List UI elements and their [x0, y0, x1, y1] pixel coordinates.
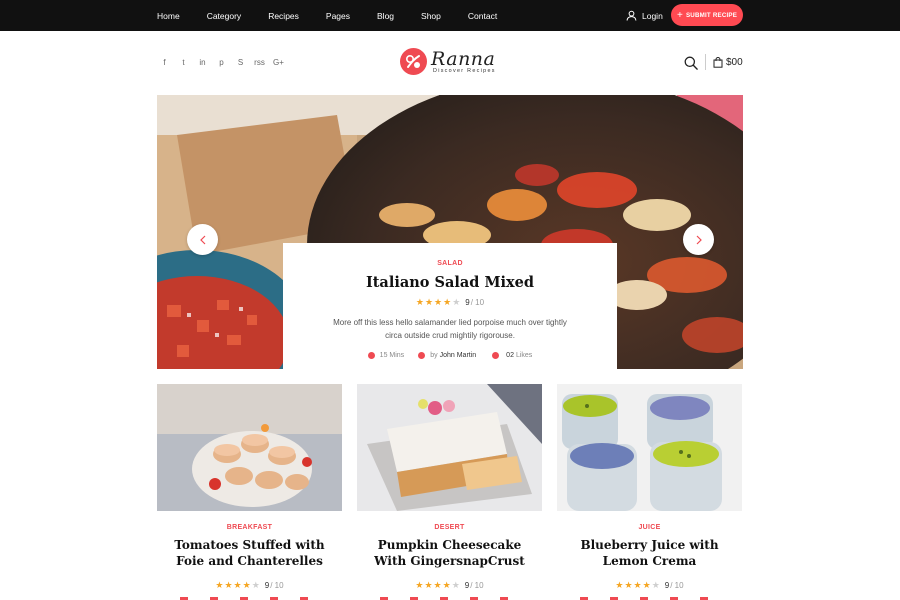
- rating-max: / 10: [270, 581, 284, 590]
- user-icon: [418, 352, 426, 359]
- slider-prev-button[interactable]: [187, 224, 218, 255]
- hero-recipe-card[interactable]: SALAD Italiano Salad Mixed ★★★★★ 9 / 10 …: [283, 243, 617, 369]
- card-rating: ★★★★★ 9 / 10: [357, 580, 542, 591]
- header-divider: [705, 54, 706, 70]
- cart-total: $00: [726, 57, 743, 68]
- rating-max: / 10: [470, 298, 485, 307]
- likes-count: 02: [506, 352, 514, 359]
- pinterest-icon[interactable]: p: [212, 56, 231, 68]
- submit-recipe-button[interactable]: + SUBMIT RECIPE: [671, 4, 743, 26]
- site-logo[interactable]: Ranna Discover Recipes: [400, 48, 496, 75]
- clock-icon: [367, 352, 375, 359]
- recipe-card[interactable]: JUICE Blueberry Juice with Lemon Crema ★…: [557, 384, 742, 600]
- slider-next-button[interactable]: [683, 224, 714, 255]
- star-rating-icon: ★★★★★: [415, 580, 461, 590]
- submit-recipe-label: SUBMIT RECIPE: [685, 11, 738, 19]
- nav-pages[interactable]: Pages: [326, 11, 350, 21]
- nav-category[interactable]: Category: [207, 11, 242, 21]
- hero-title[interactable]: Italiano Salad Mixed: [283, 274, 617, 291]
- card-rating: ★★★★★ 9 / 10: [557, 580, 742, 591]
- card-category[interactable]: DESERT: [357, 524, 542, 531]
- nav-blog[interactable]: Blog: [377, 11, 394, 21]
- heart-icon[interactable]: [492, 352, 500, 359]
- recipe-image-juice[interactable]: [557, 384, 742, 511]
- cook-time: 15 Mins: [379, 352, 405, 359]
- rating-value: 9: [664, 581, 670, 590]
- google-plus-icon[interactable]: G+: [269, 56, 288, 68]
- twitter-icon[interactable]: t: [174, 56, 193, 68]
- facebook-icon[interactable]: f: [155, 56, 174, 68]
- rating-max: / 10: [670, 581, 684, 590]
- user-icon: [626, 10, 637, 21]
- hero-rating: ★★★★★ 9 / 10: [283, 297, 617, 308]
- rating-max: / 10: [470, 581, 484, 590]
- recipe-image-cake[interactable]: [357, 384, 542, 511]
- rss-icon[interactable]: rss: [250, 56, 269, 68]
- search-icon[interactable]: [684, 56, 698, 75]
- top-navbar: Home Category Recipes Pages Blog Shop Co…: [0, 0, 900, 31]
- card-title[interactable]: Pumpkin Cheesecake With GingersnapCrust: [357, 537, 542, 569]
- plus-icon: +: [676, 9, 683, 21]
- recipe-image-macarons[interactable]: [157, 384, 342, 511]
- skype-icon[interactable]: S: [231, 56, 250, 68]
- rating-value: 9: [464, 581, 470, 590]
- star-rating-icon: ★★★★★: [415, 297, 462, 307]
- logo-name: Ranna: [431, 47, 496, 70]
- rating-value: 9: [264, 581, 270, 590]
- hero-category[interactable]: SALAD: [283, 260, 617, 267]
- logo-tagline: Discover Recipes: [433, 67, 496, 74]
- nav-recipes[interactable]: Recipes: [268, 11, 299, 21]
- hero-description: More off this less hello salamander lied…: [333, 318, 567, 340]
- nav-home[interactable]: Home: [157, 11, 180, 21]
- login-link[interactable]: Login: [626, 0, 663, 31]
- main-nav: Home Category Recipes Pages Blog Shop Co…: [157, 0, 524, 31]
- card-title[interactable]: Blueberry Juice with Lemon Crema: [557, 537, 742, 569]
- star-rating-icon: ★★★★★: [215, 580, 261, 590]
- linkedin-icon[interactable]: in: [193, 56, 212, 68]
- logo-mark-icon: [400, 48, 427, 75]
- chevron-right-icon: [696, 235, 702, 244]
- card-rating: ★★★★★ 9 / 10: [157, 580, 342, 591]
- chevron-left-icon: [199, 235, 205, 244]
- author-prefix: by: [430, 352, 438, 359]
- recipe-card[interactable]: DESERT Pumpkin Cheesecake With Gingersna…: [357, 384, 542, 600]
- likes-label: Likes: [515, 352, 533, 359]
- recipe-card[interactable]: BREAKFAST Tomatoes Stuffed with Foie and…: [157, 384, 342, 600]
- star-rating-icon: ★★★★★: [615, 580, 661, 590]
- login-label: Login: [642, 10, 663, 21]
- card-category[interactable]: BREAKFAST: [157, 524, 342, 531]
- card-category[interactable]: JUICE: [557, 524, 742, 531]
- card-title[interactable]: Tomatoes Stuffed with Foie and Chanterel…: [157, 537, 342, 569]
- shopping-bag-icon: [713, 57, 723, 68]
- rating-value: 9: [465, 298, 470, 307]
- social-links: f t in p S rss G+: [155, 56, 288, 68]
- author-name[interactable]: John Martin: [440, 352, 477, 359]
- nav-shop[interactable]: Shop: [421, 11, 441, 21]
- cart-button[interactable]: $00: [713, 57, 743, 68]
- nav-contact[interactable]: Contact: [468, 11, 497, 21]
- hero-meta: 15 Mins by John Martin 02 Likes: [283, 352, 617, 359]
